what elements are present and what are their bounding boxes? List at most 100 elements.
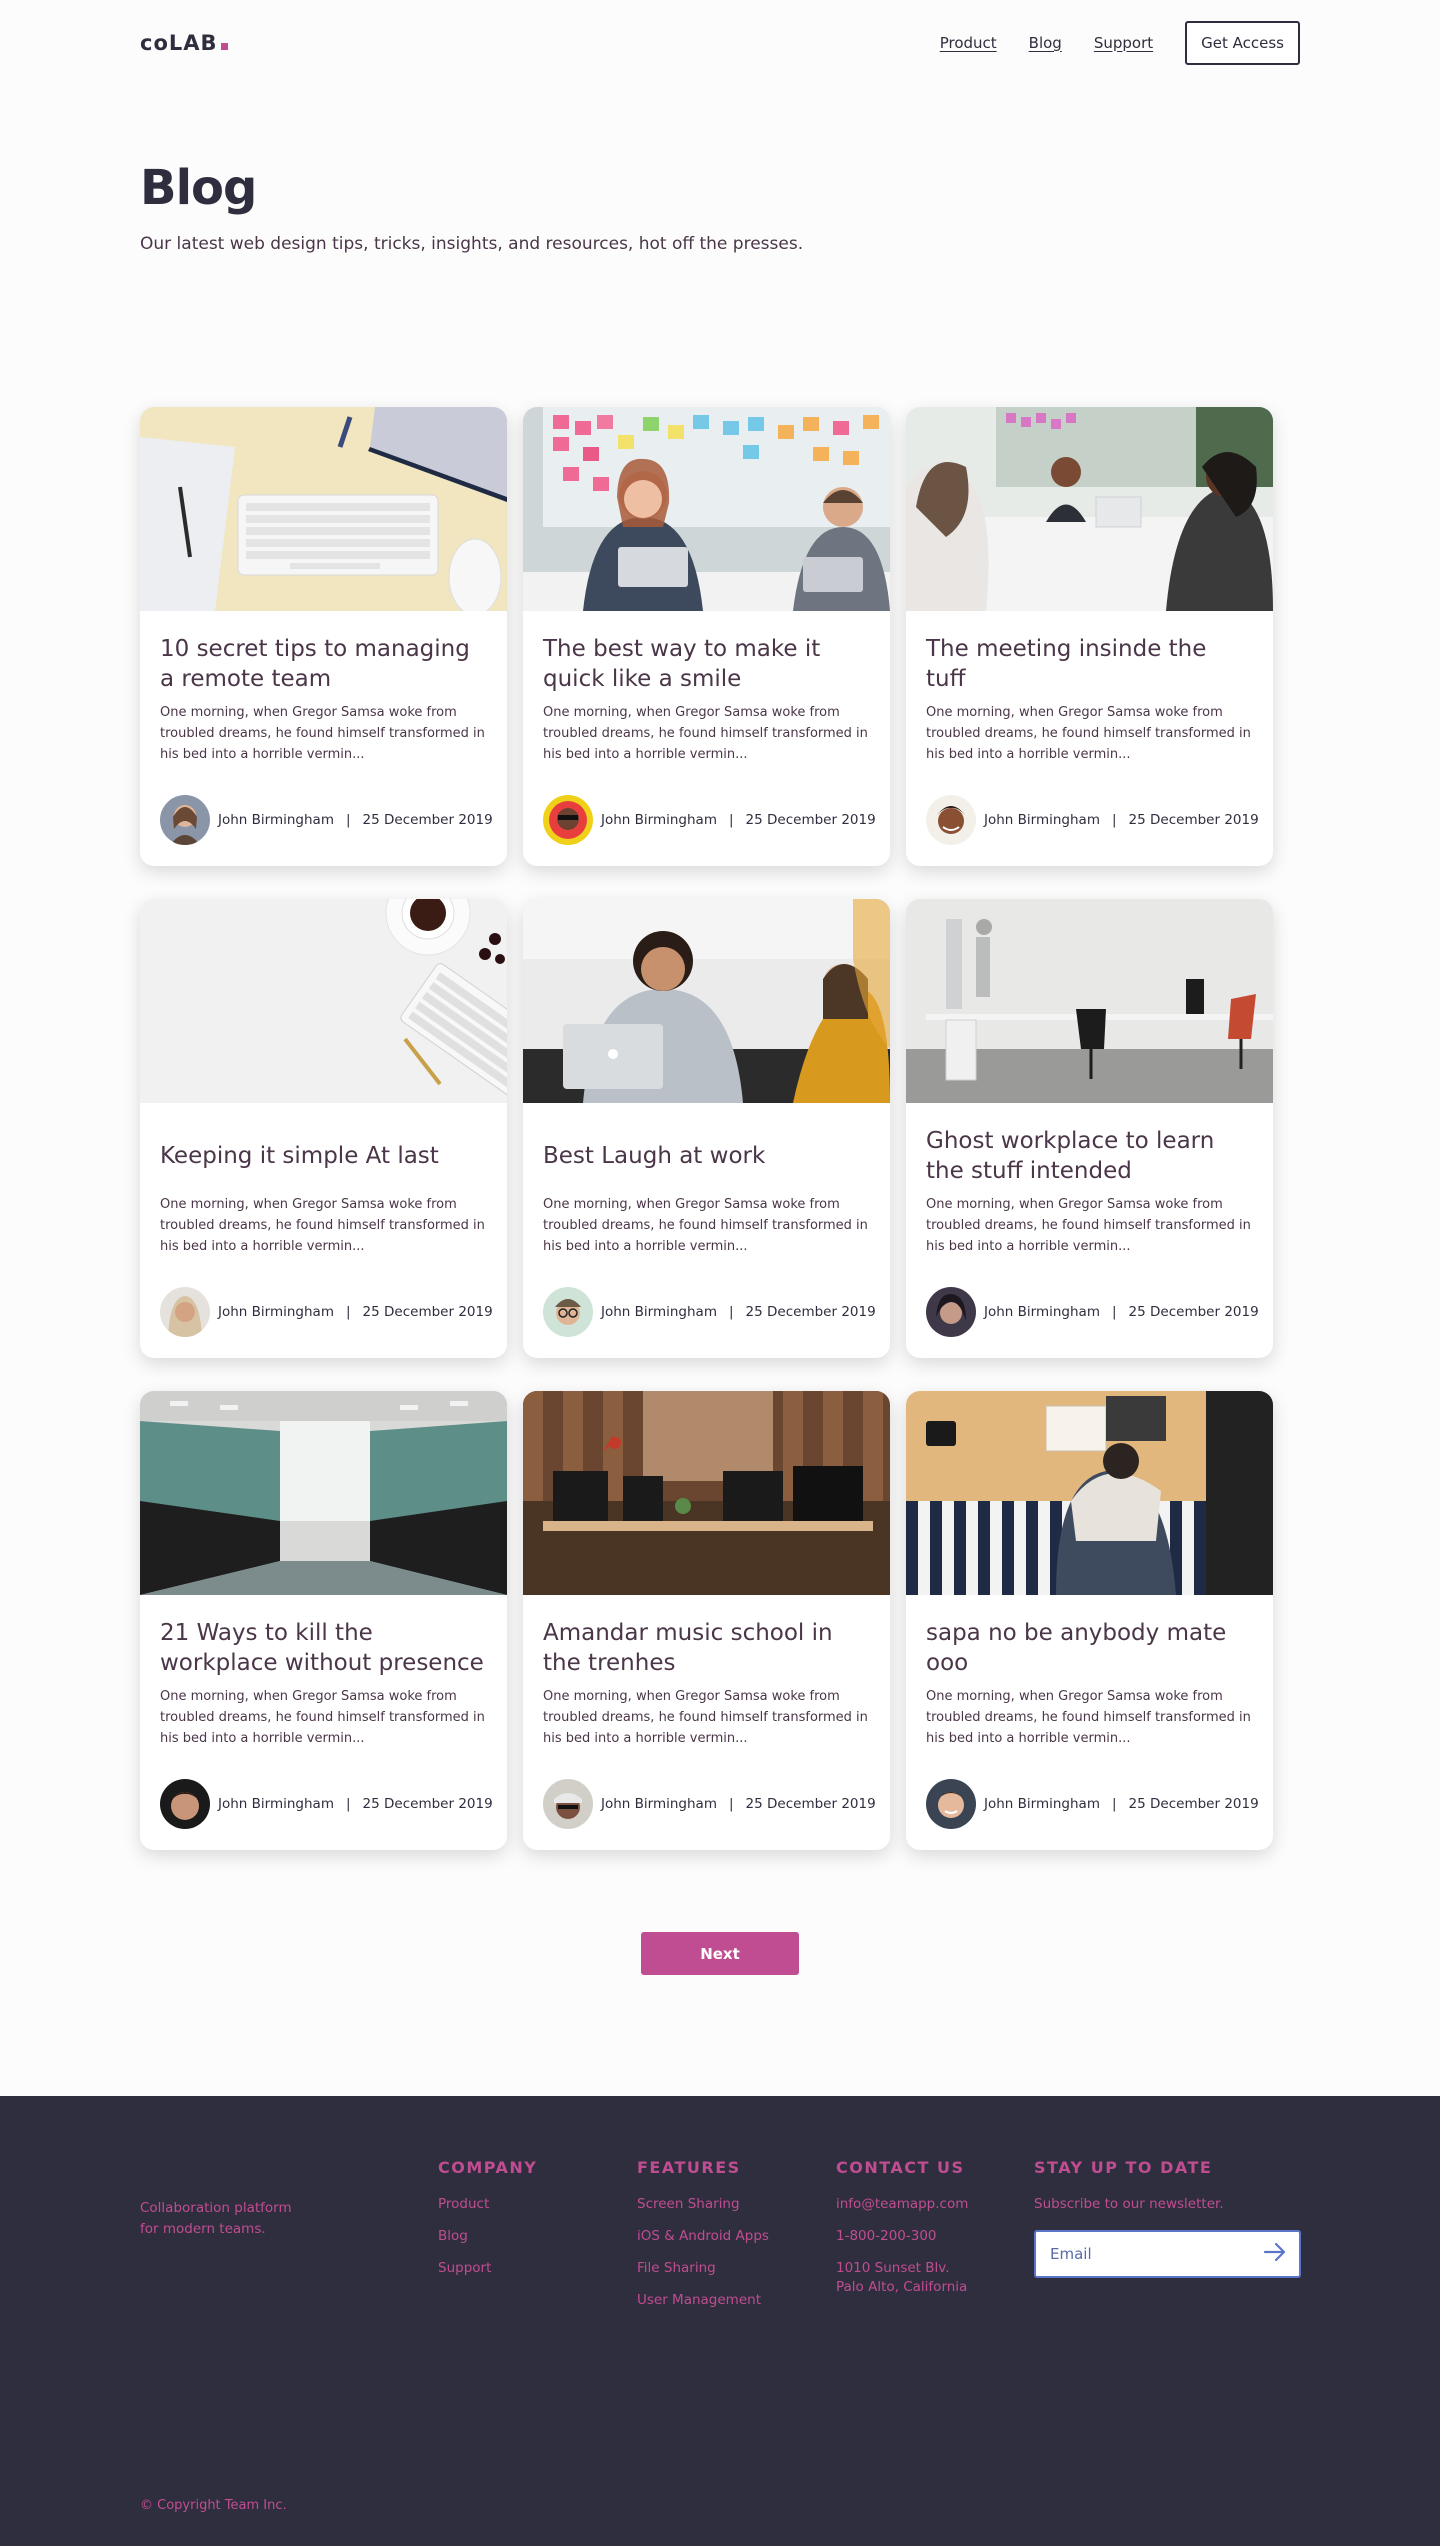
post-title[interactable]: The meeting insinde the tuff	[926, 634, 1253, 694]
site-footer: Collaboration platform for modern teams.…	[0, 2096, 1440, 2546]
post-title[interactable]: Best Laugh at work	[543, 1141, 765, 1171]
author-avatar	[543, 1779, 593, 1829]
post-image	[906, 1391, 1273, 1595]
post-meta: John Birmingham | 25 December 2019	[160, 1287, 493, 1337]
author-name[interactable]: John Birmingham	[601, 812, 717, 828]
site-header: coLAB Product Blog Support Get Access	[140, 20, 1300, 65]
footer-contact: CONTACT US info@teamapp.com 1-800-200-30…	[836, 2158, 968, 2310]
post-image	[140, 1391, 507, 1595]
post-title[interactable]: Keeping it simple At last	[160, 1141, 439, 1171]
arrow-right-icon[interactable]	[1263, 2242, 1287, 2266]
post-image	[906, 899, 1273, 1103]
author-avatar	[926, 1287, 976, 1337]
footer-email-link[interactable]: info@teamapp.com	[836, 2195, 968, 2214]
post-excerpt: One morning, when Gregor Samsa woke from…	[160, 705, 485, 762]
author-avatar	[160, 1287, 210, 1337]
blog-card[interactable]: The meeting insinde the tuff One morning…	[906, 407, 1273, 866]
author-name[interactable]: John Birmingham	[984, 812, 1100, 828]
footer-link-blog[interactable]: Blog	[438, 2227, 537, 2246]
author-avatar	[543, 795, 593, 845]
blog-card[interactable]: Ghost workplace to learn the stuff inten…	[906, 899, 1273, 1358]
post-date: 25 December 2019	[745, 812, 876, 828]
footer-tagline: Collaboration platform for modern teams.	[140, 2200, 292, 2237]
post-date: 25 December 2019	[1128, 1796, 1259, 1812]
meta-separator: |	[1111, 812, 1117, 828]
author-name[interactable]: John Birmingham	[218, 1304, 334, 1320]
nav-product-link[interactable]: Product	[940, 34, 997, 52]
hero: Blog Our latest web design tips, tricks,…	[140, 160, 803, 254]
post-image	[523, 1391, 890, 1595]
post-meta: John Birmingham | 25 December 2019	[160, 795, 493, 845]
author-name[interactable]: John Birmingham	[984, 1796, 1100, 1812]
footer-contact-heading: CONTACT US	[836, 2158, 965, 2177]
post-image	[906, 407, 1273, 611]
page-subtitle: Our latest web design tips, tricks, insi…	[140, 234, 804, 254]
newsletter-form	[1034, 2230, 1301, 2278]
footer-link-product[interactable]: Product	[438, 2195, 537, 2214]
meta-separator: |	[728, 812, 734, 828]
post-image	[140, 899, 507, 1103]
post-title[interactable]: Ghost workplace to learn the stuff inten…	[926, 1126, 1253, 1186]
post-meta: John Birmingham | 25 December 2019	[543, 1779, 876, 1829]
blog-card[interactable]: Keeping it simple At last One morning, w…	[140, 899, 507, 1358]
footer-link-support[interactable]: Support	[438, 2259, 537, 2278]
footer-link-screen-sharing[interactable]: Screen Sharing	[637, 2195, 769, 2214]
author-name[interactable]: John Birmingham	[984, 1304, 1100, 1320]
footer-features: FEATURES Screen Sharing iOS & Android Ap…	[637, 2158, 769, 2323]
nav-blog-link[interactable]: Blog	[1029, 34, 1062, 52]
footer-link-file-sharing[interactable]: File Sharing	[637, 2259, 769, 2278]
author-avatar	[160, 1779, 210, 1829]
post-excerpt: One morning, when Gregor Samsa woke from…	[543, 1197, 868, 1254]
blog-card[interactable]: The best way to make it quick like a smi…	[523, 407, 890, 866]
main-nav: Product Blog Support Get Access	[940, 20, 1300, 65]
post-title[interactable]: sapa no be anybody mate ooo	[926, 1618, 1253, 1678]
meta-separator: |	[345, 1304, 351, 1320]
blog-card[interactable]: 21 Ways to kill the workplace without pr…	[140, 1391, 507, 1850]
post-image	[523, 407, 890, 611]
meta-separator: |	[1111, 1304, 1117, 1320]
footer-newsletter: STAY UP TO DATE Subscribe to our newslet…	[1034, 2158, 1224, 2227]
footer-phone-link[interactable]: 1-800-200-300	[836, 2227, 968, 2246]
author-avatar	[926, 795, 976, 845]
meta-separator: |	[728, 1796, 734, 1812]
post-title[interactable]: 21 Ways to kill the workplace without pr…	[160, 1618, 487, 1678]
footer-link-apps[interactable]: iOS & Android Apps	[637, 2227, 769, 2246]
footer-link-user-management[interactable]: User Management	[637, 2291, 769, 2310]
author-name[interactable]: John Birmingham	[218, 812, 334, 828]
email-input[interactable]	[1050, 2245, 1250, 2263]
footer-address: 1010 Sunset Blv. Palo Alto, California	[836, 2260, 968, 2295]
meta-separator: |	[345, 1796, 351, 1812]
blog-card[interactable]: sapa no be anybody mate ooo One morning,…	[906, 1391, 1273, 1850]
author-name[interactable]: John Birmingham	[601, 1796, 717, 1812]
post-excerpt: One morning, when Gregor Samsa woke from…	[926, 1689, 1251, 1746]
footer-features-heading: FEATURES	[637, 2158, 741, 2177]
post-date: 25 December 2019	[745, 1796, 876, 1812]
get-access-button[interactable]: Get Access	[1185, 20, 1300, 65]
blog-card[interactable]: Amandar music school in the trenhes One …	[523, 1391, 890, 1850]
meta-separator: |	[728, 1304, 734, 1320]
blog-card[interactable]: Best Laugh at work One morning, when Gre…	[523, 899, 890, 1358]
post-excerpt: One morning, when Gregor Samsa woke from…	[160, 1197, 485, 1254]
post-date: 25 December 2019	[362, 1304, 493, 1320]
page-title: Blog	[140, 160, 257, 216]
logo[interactable]: coLAB	[140, 31, 228, 55]
author-name[interactable]: John Birmingham	[218, 1796, 334, 1812]
post-meta: John Birmingham | 25 December 2019	[543, 795, 876, 845]
post-title[interactable]: The best way to make it quick like a smi…	[543, 634, 870, 694]
post-excerpt: One morning, when Gregor Samsa woke from…	[543, 1689, 868, 1746]
post-date: 25 December 2019	[745, 1304, 876, 1320]
next-button[interactable]: Next	[641, 1932, 799, 1975]
post-date: 25 December 2019	[362, 812, 493, 828]
logo-square-icon	[220, 42, 228, 50]
post-excerpt: One morning, when Gregor Samsa woke from…	[160, 1689, 485, 1746]
footer-newsletter-heading: STAY UP TO DATE	[1034, 2158, 1213, 2177]
post-title[interactable]: Amandar music school in the trenhes	[543, 1618, 870, 1678]
author-avatar	[926, 1779, 976, 1829]
nav-support-link[interactable]: Support	[1094, 34, 1153, 52]
post-title[interactable]: 10 secret tips to managing a remote team	[160, 634, 487, 694]
post-excerpt: One morning, when Gregor Samsa woke from…	[543, 705, 868, 762]
author-name[interactable]: John Birmingham	[601, 1304, 717, 1320]
blog-card[interactable]: 10 secret tips to managing a remote team…	[140, 407, 507, 866]
post-meta: John Birmingham | 25 December 2019	[160, 1779, 493, 1829]
logo-text: coLAB	[140, 30, 218, 55]
